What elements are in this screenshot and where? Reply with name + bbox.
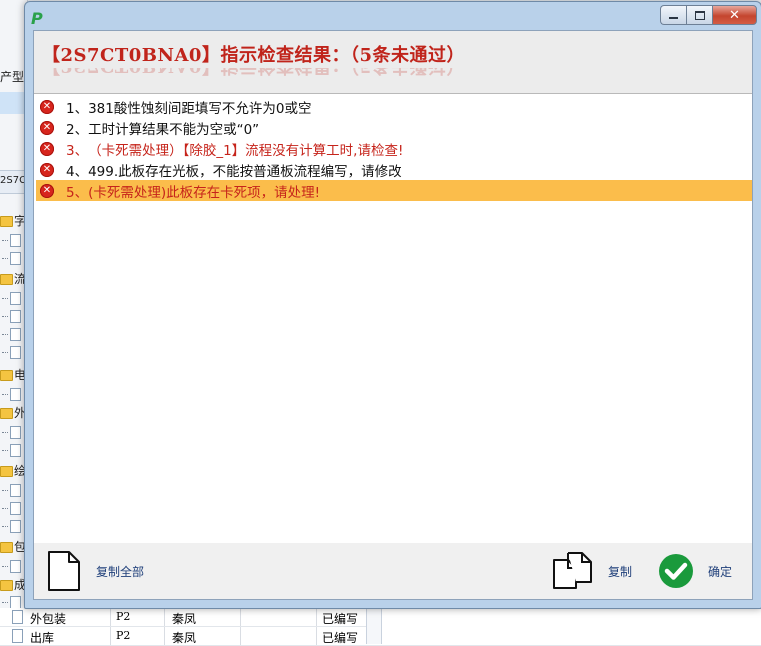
item-text: 499.此板存在光板，不能按普通板流程编写，请修改 xyxy=(88,163,402,180)
maximize-button[interactable] xyxy=(686,5,712,25)
file-icon xyxy=(10,234,21,247)
item-index: 5、 xyxy=(66,184,89,201)
folder-icon xyxy=(0,580,13,591)
file-icon xyxy=(10,252,21,265)
item-index: 4、 xyxy=(66,163,89,180)
result-title-reflection: 【2S7CT0BNA0】指示检查结果：（5条未通过） xyxy=(42,68,465,80)
document-icon xyxy=(46,550,82,592)
app-logo-icon: P xyxy=(31,9,43,28)
copy-all-label: 复制全部 xyxy=(96,564,145,579)
row-person: 秦凤 xyxy=(172,612,197,626)
error-icon: ✕ xyxy=(40,141,54,156)
background-tab-strip: 2S7C xyxy=(0,170,27,194)
error-icon: ✕ xyxy=(40,120,54,135)
check-icon xyxy=(658,553,694,589)
ok-label: 确定 xyxy=(708,564,733,579)
close-button[interactable]: ✕ xyxy=(712,5,757,25)
row-code: P2 xyxy=(116,629,131,642)
list-item-selected[interactable]: ✕ 5、 (卡死需处理)此板存在卡死项，请处理! xyxy=(36,180,752,201)
list-item[interactable]: ✕ 3、 （卡死需处理）【除胶_1】流程没有计算工时,请检查! xyxy=(36,138,752,159)
dialog-titlebar[interactable]: P ✕ xyxy=(25,2,761,30)
file-icon xyxy=(10,484,21,497)
copy-button[interactable]: 复制 xyxy=(552,543,632,599)
item-text: （卡死需处理）【除胶_1】流程没有计算工时,请检查! xyxy=(88,142,404,159)
background-right-pane xyxy=(381,608,761,644)
minimize-icon xyxy=(669,17,678,19)
dialog-client-area: 【2S7CT0BNA0】指示检查结果：（5条未通过） 【2S7CT0BNA0】指… xyxy=(33,30,753,600)
row-code: P2 xyxy=(116,610,131,623)
item-index: 2、 xyxy=(66,121,89,138)
file-icon xyxy=(10,520,21,533)
close-icon: ✕ xyxy=(729,7,740,23)
row-status: 已编写 xyxy=(322,612,359,626)
file-icon xyxy=(12,629,23,643)
file-icon xyxy=(10,502,21,515)
file-icon xyxy=(10,328,21,341)
item-text: 工时计算结果不能为空或“0” xyxy=(88,121,260,138)
background-tab-label: 2S7C xyxy=(0,175,27,186)
row-name: 外包装 xyxy=(30,612,67,626)
ok-button[interactable]: 确定 xyxy=(658,543,732,599)
result-header: 【2S7CT0BNA0】指示检查结果：（5条未通过） 【2S7CT0BNA0】指… xyxy=(34,31,752,93)
error-icon: ✕ xyxy=(40,183,54,198)
copy-all-button[interactable]: 复制全部 xyxy=(46,543,144,599)
row-person: 秦凤 xyxy=(172,631,197,645)
folder-icon xyxy=(0,466,13,477)
background-label: 产型 xyxy=(0,70,25,84)
error-icon: ✕ xyxy=(40,162,54,177)
background-selected-row xyxy=(0,92,27,114)
row-name: 出库 xyxy=(30,631,55,645)
file-icon xyxy=(10,292,21,305)
file-icon xyxy=(10,444,21,457)
file-icon xyxy=(10,426,21,439)
result-title: 【2S7CT0BNA0】指示检查结果：（5条未通过） xyxy=(42,45,465,66)
folder-icon xyxy=(0,408,13,419)
maximize-icon xyxy=(694,10,705,20)
list-item[interactable]: ✕ 4、 499.此板存在光板，不能按普通板流程编写，请修改 xyxy=(36,159,752,180)
list-item[interactable]: ✕ 2、 工时计算结果不能为空或“0” xyxy=(36,117,752,138)
file-icon xyxy=(12,610,23,624)
row-status: 已编写 xyxy=(322,631,359,645)
list-item[interactable]: ✕ 1、 381酸性蚀刻间距填写不允许为0或空 xyxy=(36,96,752,117)
check-result-dialog: P ✕ 【2S7CT0BNA0】指示检查结果：（5条未通过） 【2S7CT0BN… xyxy=(24,1,761,609)
window-controls: ✕ xyxy=(660,5,757,25)
file-icon xyxy=(10,346,21,359)
copy-label: 复制 xyxy=(608,564,633,579)
copy-icon xyxy=(552,550,594,592)
item-index: 3、 xyxy=(66,142,89,159)
dialog-footer: 复制全部 复制 确定 xyxy=(34,543,752,599)
file-icon xyxy=(10,310,21,323)
folder-icon xyxy=(0,370,13,381)
background-right-panel xyxy=(366,608,761,644)
result-list[interactable]: ✕ 1、 381酸性蚀刻间距填写不允许为0或空 ✕ 2、 工时计算结果不能为空或… xyxy=(34,93,752,545)
file-icon xyxy=(10,388,21,401)
file-icon xyxy=(10,560,21,573)
folder-icon xyxy=(0,274,13,285)
item-text: (卡死需处理)此板存在卡死项，请处理! xyxy=(88,184,321,201)
item-index: 1、 xyxy=(66,100,89,117)
folder-icon xyxy=(0,542,13,553)
item-text: 381酸性蚀刻间距填写不允许为0或空 xyxy=(88,100,312,117)
minimize-button[interactable] xyxy=(660,5,686,25)
error-icon: ✕ xyxy=(40,99,54,114)
folder-icon xyxy=(0,216,13,227)
